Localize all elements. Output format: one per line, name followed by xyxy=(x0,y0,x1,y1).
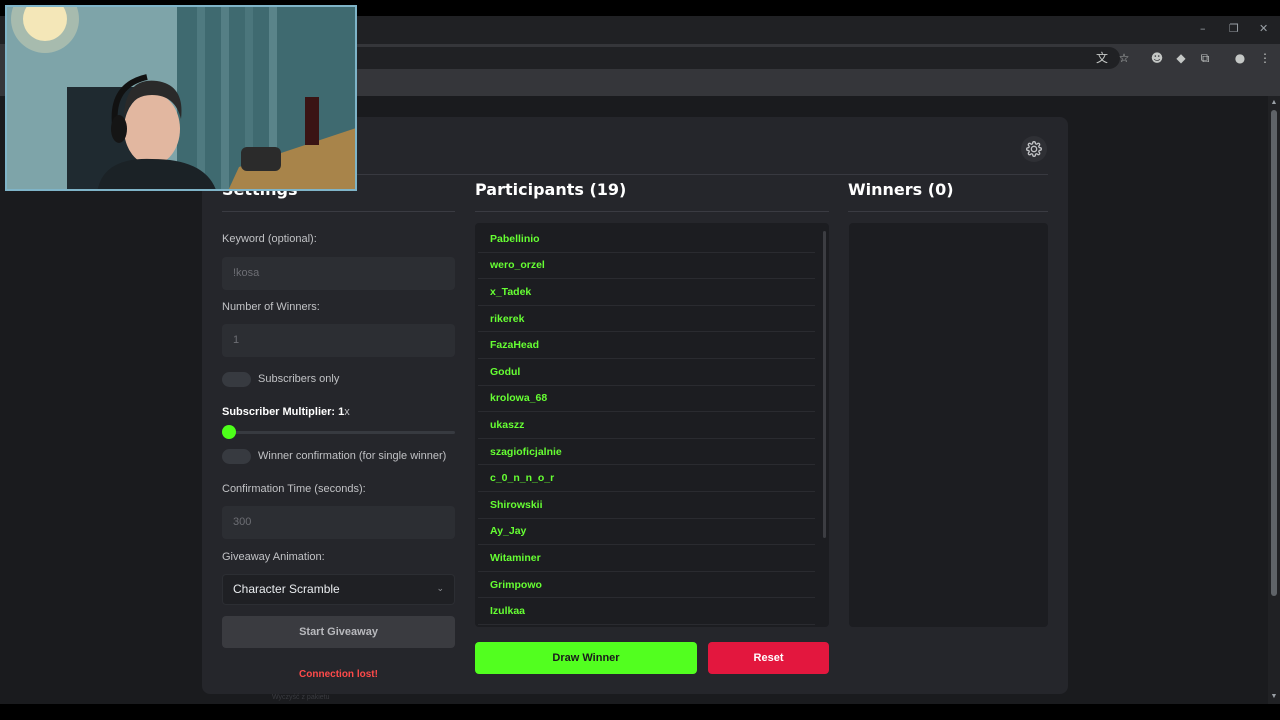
connection-status: Connection lost! xyxy=(299,669,378,680)
minimize-button[interactable]: – xyxy=(1200,22,1206,35)
subscribers-only-toggle[interactable] xyxy=(222,372,251,387)
participant-item: x_Tadek xyxy=(478,279,815,306)
multiplier-suffix: x xyxy=(344,406,350,418)
participants-scrollbar[interactable] xyxy=(823,231,826,538)
winners-count-label: Number of Winners: xyxy=(222,301,320,313)
winner-confirmation-toggle[interactable] xyxy=(222,449,251,464)
extension-icon[interactable]: ☻ xyxy=(1149,50,1165,66)
participants-rows: Pabellinio wero_orzel x_Tadek rikerek Fa… xyxy=(475,226,829,625)
multiplier-slider-thumb[interactable] xyxy=(222,425,236,439)
subscriber-multiplier-label: Subscriber Multiplier: 1x xyxy=(222,406,350,418)
participant-item: szagioficjalnie xyxy=(478,439,815,466)
winners-divider xyxy=(848,211,1048,212)
participant-item: Izulkaa xyxy=(478,598,815,625)
keyword-input[interactable]: !kosa xyxy=(222,257,455,290)
scroll-up-arrow-icon[interactable]: ▲ xyxy=(1270,99,1278,107)
participant-item: Godul xyxy=(478,359,815,386)
page-scrollbar[interactable]: ▲ ▼ xyxy=(1268,96,1280,704)
screen-bottom-bar xyxy=(0,704,1280,720)
participant-item: ukaszz xyxy=(478,412,815,439)
participant-item: Witaminer xyxy=(478,545,815,572)
draw-winner-button[interactable]: Draw Winner xyxy=(475,642,697,674)
subscribers-only-label: Subscribers only xyxy=(258,373,340,385)
participant-item: FazaHead xyxy=(478,332,815,359)
animation-select-value: Character Scramble xyxy=(233,582,340,596)
shield-icon[interactable]: ◆ xyxy=(1173,50,1189,66)
participant-item: Ay_Jay xyxy=(478,519,815,546)
close-window-button[interactable]: ✕ xyxy=(1259,22,1268,35)
participant-item: c_0_n_n_o_r xyxy=(478,465,815,492)
giveaway-card: Settings Keyword (optional): !kosa Numbe… xyxy=(202,117,1068,694)
settings-gear-button[interactable] xyxy=(1021,136,1047,162)
profile-icon[interactable]: ● xyxy=(1232,50,1248,66)
participant-item: krolowa_68 xyxy=(478,386,815,413)
menu-icon[interactable]: ⋮ xyxy=(1257,50,1273,66)
webcam-overlay xyxy=(5,5,357,191)
restore-button[interactable]: ❐ xyxy=(1229,22,1239,35)
animation-select[interactable]: Character Scramble ⌄ xyxy=(222,574,455,605)
participants-divider xyxy=(475,211,829,212)
star-icon[interactable]: ☆ xyxy=(1116,50,1132,66)
confirmation-time-label: Confirmation Time (seconds): xyxy=(222,483,366,495)
scroll-down-arrow-icon[interactable]: ▼ xyxy=(1270,693,1278,701)
chevron-down-icon: ⌄ xyxy=(436,584,444,594)
participant-item: Grimpowo xyxy=(478,572,815,599)
webcam-feed xyxy=(7,7,355,189)
participant-item: rikerek xyxy=(478,306,815,333)
multiplier-text: Subscriber Multiplier: 1 xyxy=(222,406,345,418)
participants-title: Participants (19) xyxy=(475,180,627,199)
participant-item: Pabellinio xyxy=(478,226,815,253)
reset-button[interactable]: Reset xyxy=(708,642,829,674)
participants-list[interactable]: Pabellinio wero_orzel x_Tadek rikerek Fa… xyxy=(475,223,829,627)
keyword-label: Keyword (optional): xyxy=(222,233,317,245)
confirmation-time-input[interactable]: 300 xyxy=(222,506,455,539)
animation-label: Giveaway Animation: xyxy=(222,551,325,563)
winners-list xyxy=(849,223,1048,627)
winner-confirmation-label: Winner confirmation (for single winner) xyxy=(258,450,447,462)
gear-icon xyxy=(1026,141,1042,157)
translate-icon[interactable]: 文 xyxy=(1094,50,1110,66)
settings-divider xyxy=(222,211,455,212)
address-bar[interactable] xyxy=(330,47,1120,69)
puzzle-icon[interactable]: ⧉ xyxy=(1197,50,1213,66)
winners-title: Winners (0) xyxy=(848,180,954,199)
page-scrollbar-thumb[interactable] xyxy=(1271,110,1277,596)
winners-count-input[interactable]: 1 xyxy=(222,324,455,357)
start-giveaway-button[interactable]: Start Giveaway xyxy=(222,616,455,648)
participant-item: wero_orzel xyxy=(478,253,815,280)
participant-item: Shirowskii xyxy=(478,492,815,519)
multiplier-slider-track[interactable] xyxy=(229,431,455,434)
footer-note: Wyczyść z pakietu xyxy=(272,694,330,701)
